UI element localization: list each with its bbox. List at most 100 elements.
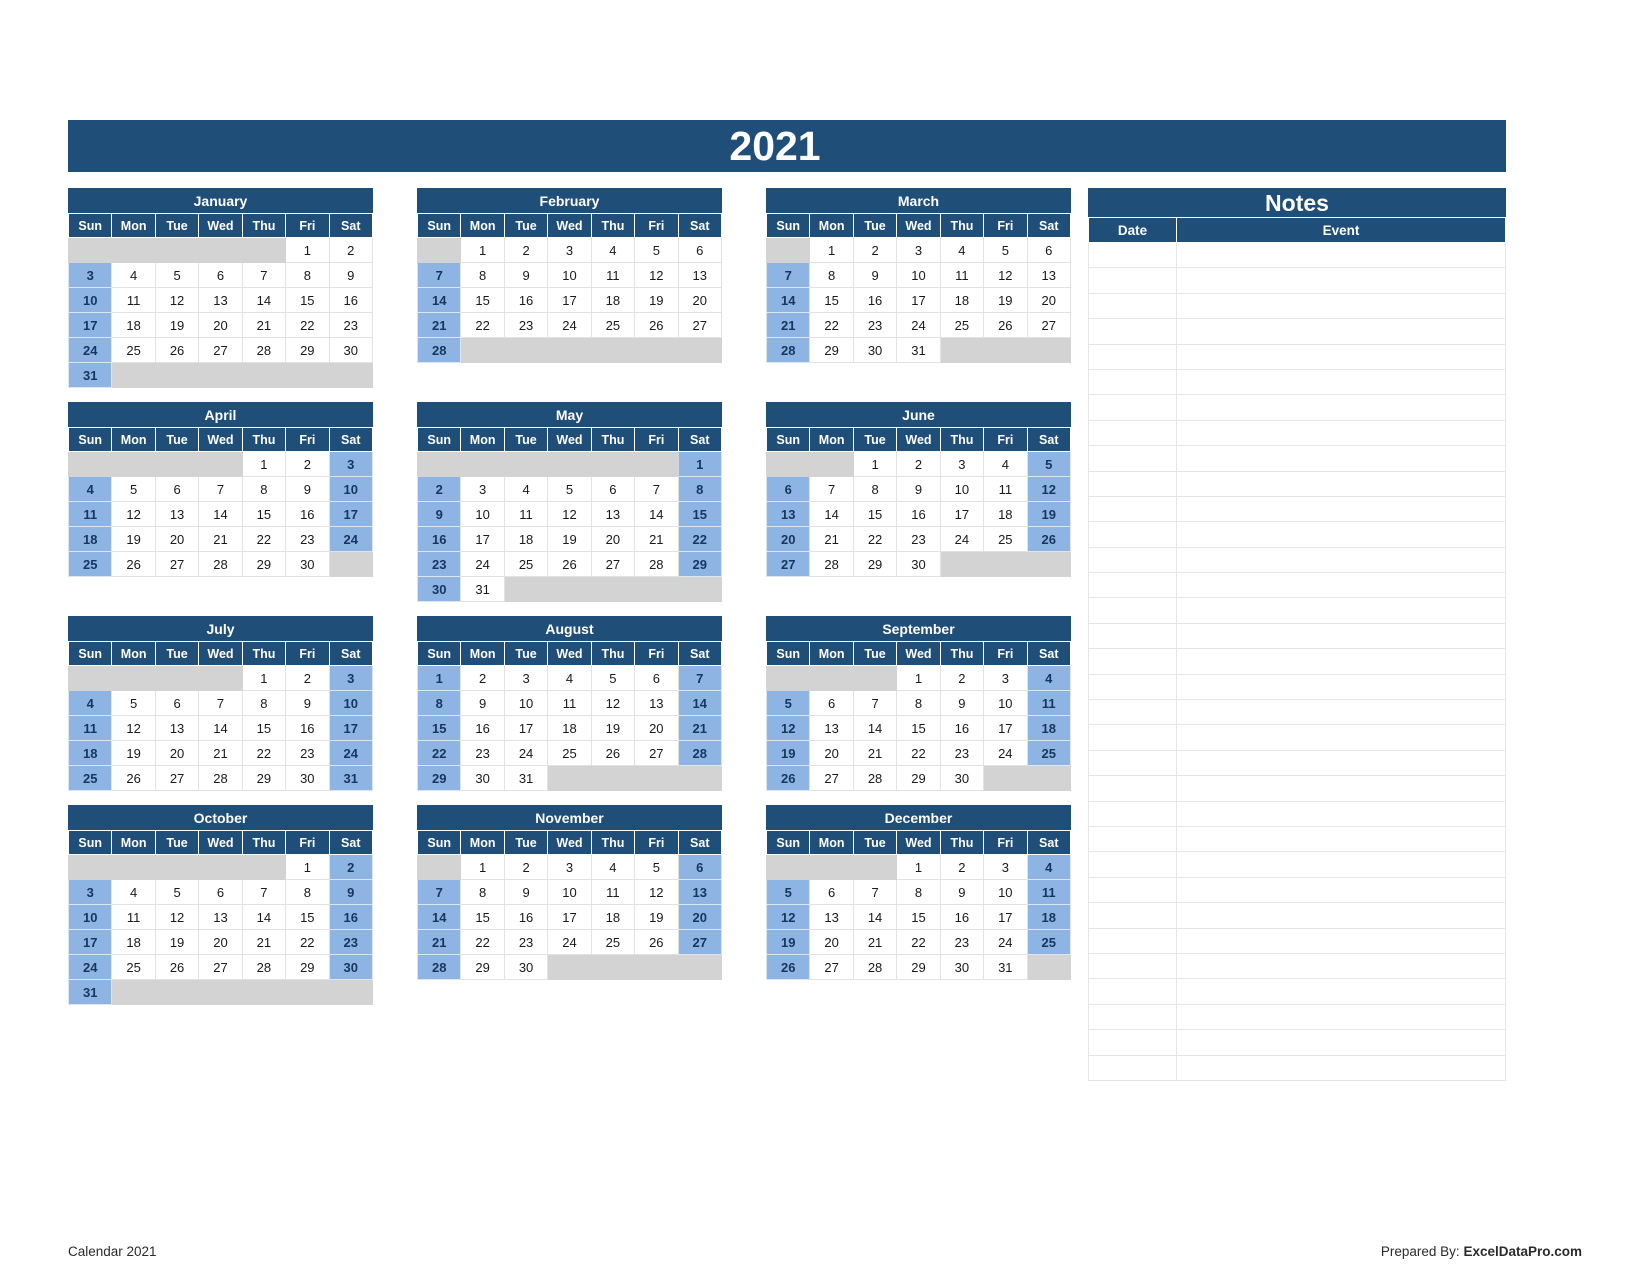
day-cell[interactable]: 30: [896, 551, 941, 577]
notes-event-cell[interactable]: [1176, 952, 1506, 980]
day-cell[interactable]: 19: [765, 740, 811, 766]
notes-event-cell[interactable]: [1176, 419, 1506, 447]
day-cell[interactable]: 8: [285, 262, 330, 288]
notes-row[interactable]: [1088, 445, 1506, 472]
day-cell[interactable]: 5: [983, 237, 1028, 263]
day-cell[interactable]: 7: [765, 262, 811, 288]
day-cell[interactable]: 22: [896, 929, 941, 955]
notes-date-cell[interactable]: [1088, 470, 1177, 497]
day-cell[interactable]: 23: [939, 929, 985, 955]
day-cell[interactable]: 27: [154, 551, 200, 577]
day-cell[interactable]: 14: [634, 501, 679, 527]
day-cell[interactable]: 3: [983, 854, 1028, 880]
day-cell[interactable]: 16: [460, 715, 505, 741]
day-cell[interactable]: 12: [634, 879, 679, 905]
day-cell[interactable]: 28: [416, 954, 462, 980]
notes-date-cell[interactable]: [1088, 292, 1177, 320]
day-cell[interactable]: 22: [416, 740, 462, 766]
day-cell[interactable]: 3: [67, 879, 113, 905]
day-cell[interactable]: 19: [590, 715, 636, 741]
notes-event-cell[interactable]: [1176, 876, 1506, 904]
day-cell[interactable]: 11: [67, 715, 113, 741]
day-cell[interactable]: 31: [983, 954, 1028, 980]
notes-row[interactable]: [1088, 673, 1506, 701]
day-cell[interactable]: 5: [154, 879, 200, 905]
day-cell[interactable]: 16: [328, 287, 374, 313]
day-cell[interactable]: 7: [416, 262, 462, 288]
day-cell[interactable]: 6: [809, 690, 854, 716]
day-cell[interactable]: 9: [285, 690, 330, 716]
day-cell[interactable]: 25: [111, 337, 156, 363]
day-cell[interactable]: 15: [241, 715, 287, 741]
day-cell[interactable]: 7: [809, 476, 854, 502]
day-cell[interactable]: 11: [1026, 879, 1072, 905]
day-cell[interactable]: 20: [677, 904, 723, 930]
day-cell[interactable]: 9: [503, 879, 549, 905]
day-cell[interactable]: 10: [983, 690, 1028, 716]
day-cell[interactable]: 16: [896, 501, 941, 527]
day-cell[interactable]: 24: [547, 929, 592, 955]
day-cell[interactable]: 21: [809, 526, 854, 552]
day-cell[interactable]: 26: [111, 551, 156, 577]
day-cell[interactable]: 21: [198, 526, 243, 552]
notes-event-cell[interactable]: [1176, 546, 1506, 574]
day-cell[interactable]: 19: [111, 526, 156, 552]
day-cell[interactable]: 23: [285, 526, 330, 552]
day-cell[interactable]: 17: [328, 501, 374, 527]
day-cell[interactable]: 28: [241, 954, 287, 980]
day-cell[interactable]: 11: [111, 904, 156, 930]
day-cell[interactable]: 8: [416, 690, 462, 716]
day-cell[interactable]: 12: [154, 904, 200, 930]
day-cell[interactable]: 9: [896, 476, 941, 502]
day-cell[interactable]: 26: [983, 312, 1028, 338]
day-cell[interactable]: 13: [677, 262, 723, 288]
day-cell[interactable]: 18: [983, 501, 1028, 527]
day-cell[interactable]: 24: [460, 551, 505, 577]
day-cell[interactable]: 12: [983, 262, 1028, 288]
day-cell[interactable]: 8: [896, 879, 941, 905]
day-cell[interactable]: 1: [416, 665, 462, 691]
day-cell[interactable]: 7: [677, 665, 723, 691]
day-cell[interactable]: 9: [852, 262, 898, 288]
day-cell[interactable]: 26: [111, 765, 156, 791]
notes-date-cell[interactable]: [1088, 800, 1177, 827]
day-cell[interactable]: 7: [852, 690, 898, 716]
day-cell[interactable]: 21: [198, 740, 243, 766]
notes-date-cell[interactable]: [1088, 394, 1177, 421]
notes-row[interactable]: [1088, 1003, 1506, 1031]
notes-date-cell[interactable]: [1088, 673, 1177, 701]
day-cell[interactable]: 14: [198, 501, 243, 527]
day-cell[interactable]: 19: [983, 287, 1028, 313]
day-cell[interactable]: 15: [677, 501, 723, 527]
day-cell[interactable]: 29: [896, 954, 941, 980]
notes-event-cell[interactable]: [1176, 622, 1506, 650]
day-cell[interactable]: 1: [809, 237, 854, 263]
day-cell[interactable]: 16: [503, 904, 549, 930]
notes-event-cell[interactable]: [1176, 521, 1506, 548]
day-cell[interactable]: 11: [503, 501, 549, 527]
day-cell[interactable]: 9: [328, 262, 374, 288]
day-cell[interactable]: 23: [416, 551, 462, 577]
day-cell[interactable]: 14: [809, 501, 854, 527]
notes-event-cell[interactable]: [1176, 851, 1506, 878]
day-cell[interactable]: 17: [460, 526, 505, 552]
day-cell[interactable]: 21: [416, 312, 462, 338]
day-cell[interactable]: 29: [285, 337, 330, 363]
notes-row[interactable]: [1088, 775, 1506, 802]
day-cell[interactable]: 2: [896, 451, 941, 477]
day-cell[interactable]: 1: [241, 451, 287, 477]
day-cell[interactable]: 27: [198, 337, 243, 363]
day-cell[interactable]: 10: [896, 262, 941, 288]
notes-event-cell[interactable]: [1176, 445, 1506, 472]
day-cell[interactable]: 10: [328, 690, 374, 716]
day-cell[interactable]: 3: [503, 665, 549, 691]
day-cell[interactable]: 30: [328, 954, 374, 980]
notes-row[interactable]: [1088, 572, 1506, 599]
day-cell[interactable]: 26: [154, 337, 200, 363]
day-cell[interactable]: 5: [634, 237, 679, 263]
day-cell[interactable]: 9: [939, 690, 985, 716]
day-cell[interactable]: 11: [547, 690, 592, 716]
day-cell[interactable]: 6: [677, 854, 723, 880]
day-cell[interactable]: 28: [198, 765, 243, 791]
notes-event-cell[interactable]: [1176, 572, 1506, 599]
